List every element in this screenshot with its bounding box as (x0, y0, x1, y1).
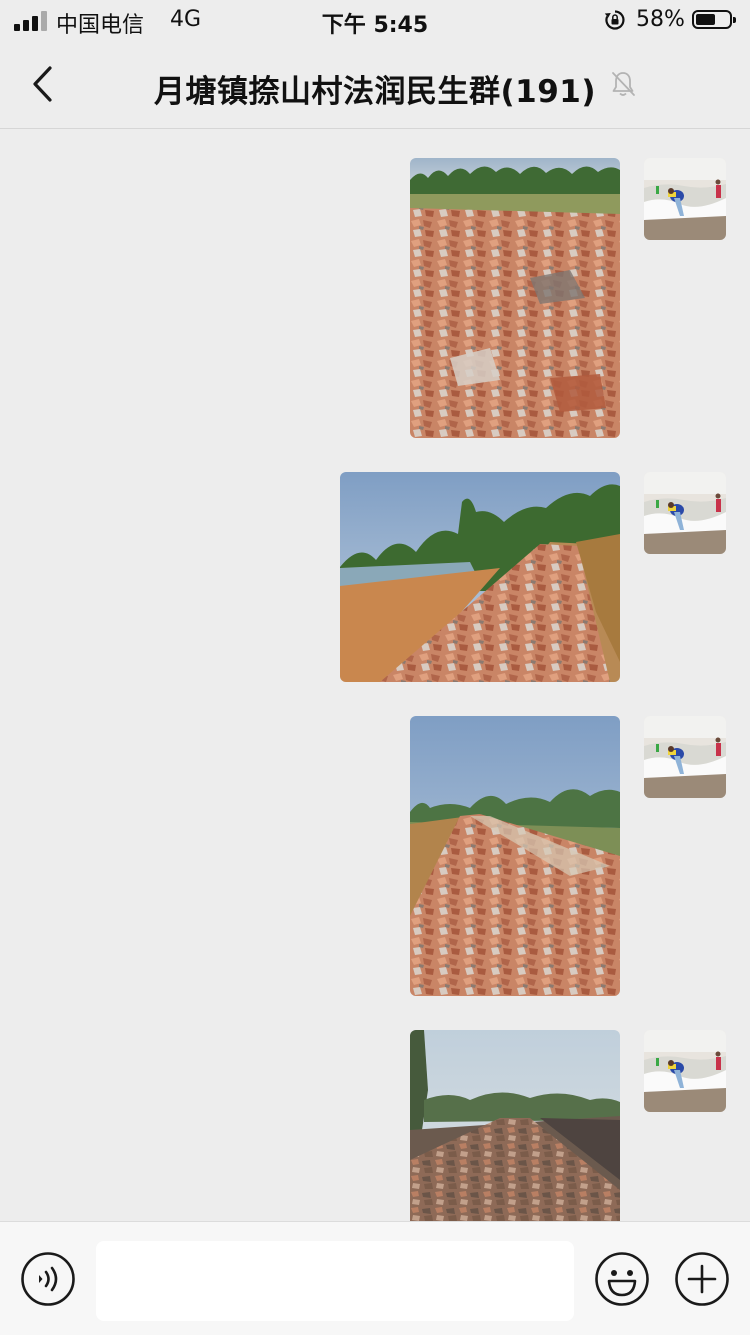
message-list[interactable] (0, 129, 750, 1221)
battery-percent: 58% (636, 7, 685, 32)
avatar-image (644, 1030, 726, 1112)
battery-icon (692, 10, 736, 29)
message-input[interactable] (96, 1241, 574, 1321)
rotation-lock-icon (604, 10, 625, 30)
photo-road-by-pond (340, 472, 620, 682)
chat-header: 月塘镇捺山村法润民生群(191) (0, 42, 750, 129)
avatar[interactable] (644, 716, 726, 798)
avatar[interactable] (644, 1030, 726, 1112)
avatar-image (644, 158, 726, 240)
photo-rubble-road (410, 158, 620, 438)
voice-icon[interactable] (20, 1251, 76, 1307)
status-bar: 中国电信 4G 下午 5:45 58% (0, 0, 750, 42)
avatar-image (644, 472, 726, 554)
photo-long-road (410, 1030, 620, 1221)
muted-bell-icon (612, 72, 635, 96)
avatar[interactable] (644, 472, 726, 554)
message-image[interactable] (410, 158, 620, 438)
avatar[interactable] (644, 158, 726, 240)
message-image[interactable] (340, 472, 620, 682)
message-image[interactable] (410, 716, 620, 996)
chat-title: 月塘镇捺山村法润民生群(191) (153, 74, 597, 110)
avatar-image (644, 716, 726, 798)
emoji-icon[interactable] (594, 1251, 650, 1307)
photo-curving-road (410, 716, 620, 996)
input-bar (0, 1221, 750, 1335)
message-image[interactable] (410, 1030, 620, 1221)
plus-icon[interactable] (674, 1251, 730, 1307)
